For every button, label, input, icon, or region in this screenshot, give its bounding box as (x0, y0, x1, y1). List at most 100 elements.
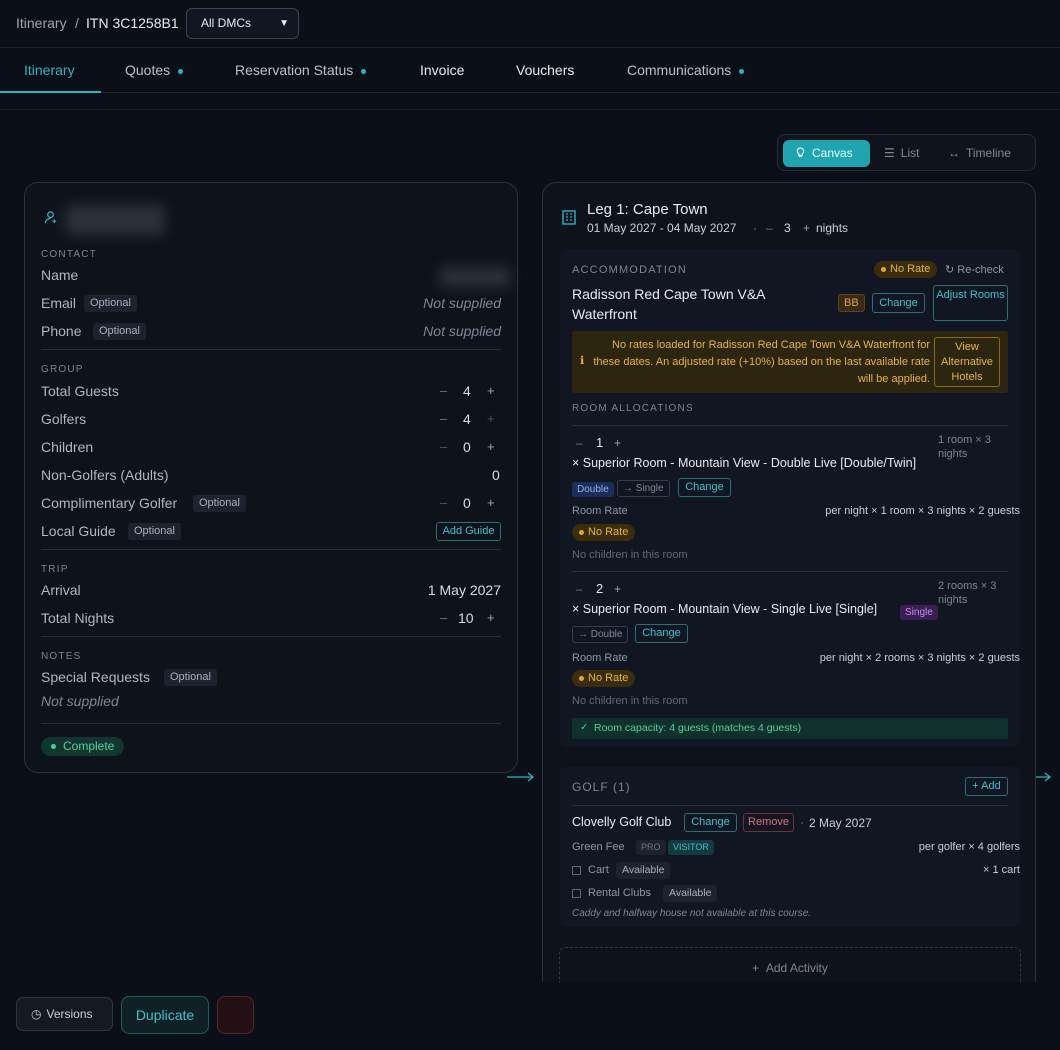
decrement-button[interactable]: – (440, 439, 447, 454)
status-dot (579, 529, 584, 535)
room-allocations-title: ROOM ALLOCATIONS (572, 403, 694, 414)
no-rate-badge: No Rate (874, 261, 938, 278)
recheck-button[interactable]: ↻ Re-check (945, 263, 1004, 276)
comp-golfer-value: 0 (463, 495, 471, 511)
switch-occupancy-button[interactable]: → Single (617, 480, 670, 497)
tab-invoice[interactable]: Invoice (420, 62, 464, 78)
connector-arrow-icon (507, 772, 535, 782)
tab-quotes[interactable]: Quotes (125, 62, 184, 78)
decrement-button[interactable]: – (766, 221, 773, 235)
golf-date: 2 May 2027 (809, 816, 872, 830)
decrement-button[interactable]: – (440, 411, 447, 426)
adjust-rooms-button[interactable]: Adjust Rooms (933, 285, 1008, 321)
room-summary: 1 room × 3 nights (938, 434, 991, 460)
status-dot (178, 68, 184, 74)
tab-reservation-status[interactable]: Reservation Status (235, 62, 367, 78)
email-label: Email (41, 295, 77, 311)
warning-text: No rates loaded for Radisson Red Cape To… (593, 339, 930, 385)
optional-badge: Optional (84, 295, 137, 312)
cart-qty: × 1 cart (983, 864, 1020, 876)
badge-label: No Rate (890, 263, 931, 275)
change-room-button[interactable]: Change (678, 478, 731, 497)
optional-badge: Optional (193, 495, 246, 512)
room-qty: 2 (596, 581, 604, 596)
increment-button[interactable]: + (487, 411, 495, 426)
increment-button[interactable]: + (487, 439, 495, 454)
increment-button[interactable]: + (614, 436, 621, 450)
email-value[interactable]: Not supplied (423, 295, 501, 311)
decrement-button[interactable]: – (440, 610, 447, 625)
rental-clubs-checkbox[interactable] (572, 889, 581, 898)
versions-button[interactable]: ◷ Versions (16, 997, 113, 1031)
cart-checkbox[interactable] (572, 866, 581, 875)
arrival-value[interactable]: 1 May 2027 (428, 582, 501, 598)
view-alternative-hotels-button[interactable]: View Alternative Hotels (934, 337, 1000, 387)
remove-course-button[interactable]: Remove (743, 813, 794, 832)
increment-button[interactable]: + (487, 495, 495, 510)
switch-occupancy-button[interactable]: → Double (572, 626, 629, 643)
increment-button[interactable]: + (487, 383, 495, 398)
delete-button[interactable] (217, 996, 254, 1034)
divider (41, 349, 501, 350)
list-icon: ☰ (884, 146, 895, 160)
no-rate-badge: No Rate (572, 524, 636, 541)
increment-button[interactable]: + (487, 610, 495, 625)
breadcrumb-root[interactable]: Itinerary (16, 15, 67, 31)
arrival-label: Arrival (41, 582, 81, 598)
change-hotel-button[interactable]: Change (872, 293, 925, 313)
decrement-button[interactable]: – (576, 436, 583, 450)
timeline-view-button[interactable]: ↔ Timeline (938, 140, 1021, 167)
dmc-select-value: All DMCs (201, 16, 251, 30)
divider (0, 109, 1060, 110)
change-room-button[interactable]: Change (635, 624, 688, 643)
divider (41, 723, 501, 724)
change-course-button[interactable]: Change (684, 813, 737, 832)
view-switcher: Canvas ☰ List ↔ Timeline (777, 134, 1036, 171)
contact-section-title: CONTACT (41, 249, 97, 260)
info-icon: ℹ (580, 355, 585, 367)
green-fee-calc: per golfer × 4 golfers (918, 841, 1020, 853)
special-requests-label: Special Requests (41, 669, 150, 685)
comp-golfer-label: Complimentary Golfer (41, 495, 178, 511)
leg-dates: 01 May 2027 - 04 May 2027 (587, 221, 737, 235)
add-guide-button[interactable]: Add Guide (436, 522, 501, 541)
decrement-button[interactable]: – (576, 582, 583, 596)
non-golfers-label: Non-Golfers (Adults) (41, 467, 169, 483)
add-activity-button[interactable]: + Add Activity (559, 947, 1021, 983)
total-nights-label: Total Nights (41, 610, 115, 626)
add-golf-button[interactable]: + Add (965, 777, 1008, 796)
phone-value[interactable]: Not supplied (423, 323, 501, 339)
status-label: Complete (63, 739, 115, 753)
golf-title: GOLF (1) (572, 780, 631, 794)
separator-dot: · (753, 221, 757, 235)
increment-button[interactable]: + (803, 221, 810, 235)
tab-vouchers[interactable]: Vouchers (516, 62, 574, 78)
decrement-button[interactable]: – (440, 495, 447, 510)
decrement-button[interactable]: – (440, 383, 447, 398)
separator-dot: · (800, 815, 804, 829)
timeline-icon: ↔ (948, 146, 960, 160)
accommodation-title: ACCOMMODATION (572, 264, 688, 276)
divider (41, 549, 501, 550)
breadcrumb-current: ITN 3C1258B1 (86, 15, 179, 31)
children-label: Children (41, 439, 94, 455)
dmc-select[interactable]: All DMCs ▼ (186, 8, 299, 39)
duplicate-button[interactable]: Duplicate (121, 996, 209, 1034)
leg-nights-value: 3 (784, 221, 791, 235)
total-nights-value: 10 (458, 610, 474, 626)
tab-communications[interactable]: Communications (627, 62, 745, 78)
canvas-view-button[interactable]: Canvas (783, 140, 870, 167)
divider (41, 636, 501, 637)
non-golfers-value: 0 (492, 467, 500, 483)
clubs-availability-badge: Available (663, 885, 718, 902)
children-note: No children in this room (572, 695, 688, 707)
divider (572, 805, 1008, 806)
golf-course-name[interactable]: Clovelly Golf Club (572, 815, 671, 829)
tab-itinerary[interactable]: Itinerary (24, 62, 75, 78)
list-view-button[interactable]: ☰ List (874, 140, 929, 167)
increment-button[interactable]: + (614, 582, 621, 596)
canvas-label: Canvas (812, 146, 853, 160)
hotel-name[interactable]: Radisson Red Cape Town V&A Waterfront (572, 284, 822, 324)
chevron-down-icon: ▼ (279, 18, 289, 29)
special-requests-value[interactable]: Not supplied (41, 693, 119, 709)
